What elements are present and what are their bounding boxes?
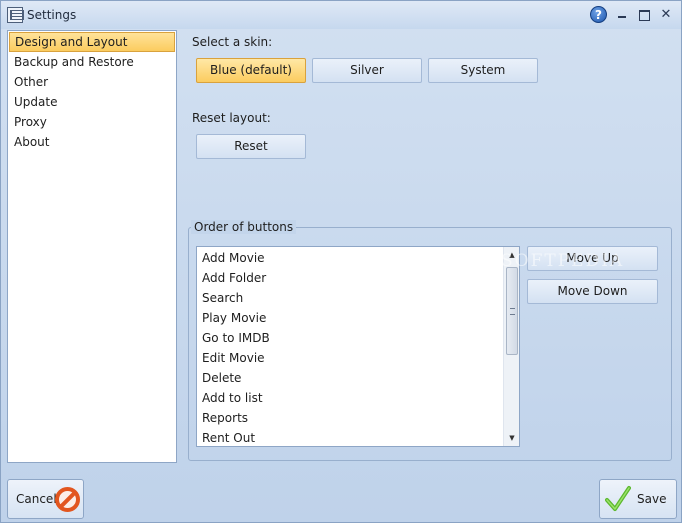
save-button[interactable]: Save [599,479,677,519]
sidebar-item-proxy[interactable]: Proxy [9,112,175,132]
sidebar-item-backup-and-restore[interactable]: Backup and Restore [9,52,175,72]
order-group-title: Order of buttons [191,220,297,234]
sidebar-item-update[interactable]: Update [9,92,175,112]
list-item[interactable]: Search [197,288,519,308]
close-icon[interactable]: ✕ [659,7,673,23]
sidebar-item-other[interactable]: Other [9,72,175,92]
list-item[interactable]: Play Movie [197,308,519,328]
scroll-down-arrow-icon[interactable]: ▼ [504,430,519,446]
cancel-button[interactable]: Cancel [7,479,84,519]
sidebar-item-about[interactable]: About [9,132,175,152]
list-item[interactable]: Edit Movie [197,348,519,368]
minimize-icon[interactable] [615,7,629,23]
help-icon[interactable]: ? [590,6,607,23]
button-order-list[interactable]: Add Movie Add Folder Search Play Movie G… [196,246,520,447]
skin-blue-button[interactable]: Blue (default) [196,58,306,83]
scroll-thumb[interactable] [506,267,518,355]
reset-button[interactable]: Reset [196,134,306,159]
list-item[interactable]: Add to list [197,388,519,408]
cancel-label: Cancel [16,492,57,506]
list-item[interactable]: Rent Out [197,428,519,446]
cancel-prohibited-icon [55,487,80,512]
window-title: Settings [27,8,77,22]
list-item[interactable]: Add Movie [197,248,519,268]
list-item[interactable]: Reports [197,408,519,428]
list-item[interactable]: Delete [197,368,519,388]
reset-layout-label: Reset layout: [192,111,271,125]
skin-silver-button[interactable]: Silver [312,58,422,83]
move-down-button[interactable]: Move Down [527,279,658,304]
film-icon [7,7,24,23]
save-label: Save [637,492,667,506]
move-up-button[interactable]: Move Up [527,246,658,271]
maximize-icon[interactable] [637,7,651,23]
list-scrollbar[interactable]: ▲ ▼ [503,247,519,446]
settings-nav: Design and Layout Backup and Restore Oth… [7,30,177,463]
list-item[interactable]: Go to IMDB [197,328,519,348]
sidebar-item-design-and-layout[interactable]: Design and Layout [9,32,175,52]
title-bar[interactable]: Settings ? ✕ [1,1,681,29]
checkmark-icon [605,486,631,511]
scroll-up-arrow-icon[interactable]: ▲ [504,247,519,263]
settings-window: Settings ? ✕ Design and Layout Backup an… [0,0,682,523]
skin-label: Select a skin: [192,35,273,49]
skin-system-button[interactable]: System [428,58,538,83]
list-item[interactable]: Add Folder [197,268,519,288]
